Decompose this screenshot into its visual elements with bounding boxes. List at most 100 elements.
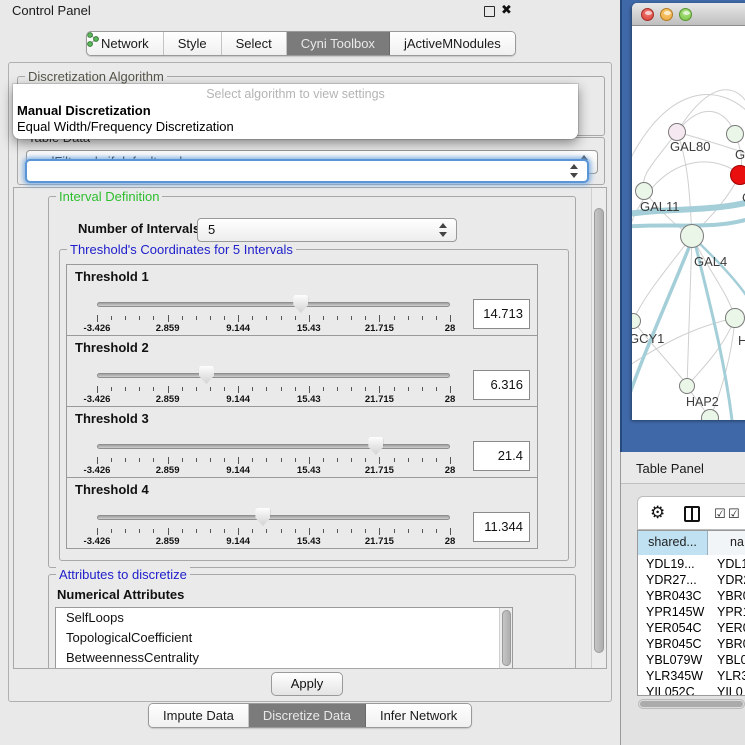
network-node[interactable]: [680, 224, 704, 248]
network-canvas[interactable]: GAL80GACGAL11GAL4GCY1HHAP2: [632, 27, 745, 420]
scrollbar-thumb[interactable]: [640, 701, 743, 707]
vertical-scrollbar[interactable]: [591, 188, 606, 668]
slider-tick: [323, 316, 324, 320]
node-label: GAL11: [640, 199, 680, 214]
threshold-value-field[interactable]: 6.316: [473, 370, 530, 400]
slider-track[interactable]: [97, 444, 450, 449]
table-row[interactable]: YDR27...YDR2: [638, 573, 745, 589]
network-node[interactable]: [635, 182, 653, 200]
scale-tick-label: -3.426: [84, 465, 111, 476]
horizontal-scrollbar[interactable]: [638, 699, 745, 709]
slider-tick: [210, 387, 211, 391]
scrollbar-thumb[interactable]: [502, 610, 511, 666]
slider-tick: [450, 315, 451, 322]
zoom-traffic-light-icon[interactable]: [679, 8, 692, 21]
menu-item-manual-discretization[interactable]: Manual Discretization: [17, 103, 151, 118]
threshold-value-field[interactable]: 21.4: [473, 441, 530, 471]
node-label: GAL80: [670, 139, 710, 154]
slider-tick: [309, 386, 310, 393]
tab-discretize-data[interactable]: Discretize Data: [249, 704, 366, 727]
table-row[interactable]: YPR145WYPR1: [638, 605, 745, 621]
table-row[interactable]: YIL052CYIL0: [638, 685, 745, 696]
network-node[interactable]: [679, 378, 695, 394]
scale-tick-label: 2.859: [156, 323, 180, 334]
tab-infer-network[interactable]: Infer Network: [366, 704, 471, 727]
scale-tick-label: 28: [445, 323, 456, 334]
table-row[interactable]: YER054CYER0: [638, 621, 745, 637]
threshold-row: Threshold 3-3.4262.8599.14415.4321.71528…: [66, 406, 538, 478]
slider-tick: [252, 316, 253, 320]
threshold-slider[interactable]: -3.4262.8599.14415.4321.71528: [97, 435, 450, 477]
threshold-slider[interactable]: -3.4262.8599.14415.4321.71528: [97, 293, 450, 335]
threshold-value-field[interactable]: 11.344: [473, 512, 530, 542]
network-node[interactable]: [726, 125, 744, 143]
slider-tick: [408, 316, 409, 320]
threshold-value-field[interactable]: 14.713: [473, 299, 530, 329]
slider-track[interactable]: [97, 515, 450, 520]
list-scrollbar[interactable]: [499, 608, 512, 669]
tab-cyni-toolbox[interactable]: Cyni Toolbox: [287, 32, 390, 55]
network-window-titlebar[interactable]: [632, 3, 745, 26]
numerical-attribute-item[interactable]: SelfLoops: [56, 608, 512, 628]
tab-select[interactable]: Select: [222, 32, 287, 55]
slider-tick: [196, 316, 197, 320]
slider-thumb[interactable]: [255, 508, 270, 526]
tab-infer-network-label: Infer Network: [380, 708, 457, 723]
table-row[interactable]: YBL079WYBL0: [638, 653, 745, 669]
table-row[interactable]: YBR045CYBR0: [638, 637, 745, 653]
minimize-traffic-light-icon[interactable]: [660, 8, 673, 21]
column-header-shared-name[interactable]: shared...: [638, 531, 708, 555]
tab-style[interactable]: Style: [164, 32, 222, 55]
slider-tick: [125, 387, 126, 391]
tab-jactivemnodules[interactable]: jActiveMNodules: [390, 32, 515, 55]
scale-tick-label: 2.859: [156, 465, 180, 476]
slider-tick: [351, 458, 352, 462]
slider-thumb[interactable]: [293, 295, 308, 313]
close-traffic-light-icon[interactable]: [641, 8, 654, 21]
slider-tick: [323, 529, 324, 533]
cell-name: YDR2: [717, 573, 745, 587]
threshold-slider[interactable]: -3.4262.8599.14415.4321.71528: [97, 506, 450, 548]
checkbox-icon[interactable]: ☑: [714, 506, 726, 522]
slider-tick: [450, 457, 451, 464]
network-node[interactable]: [730, 165, 745, 185]
float-window-icon[interactable]: [484, 6, 495, 17]
numerical-attributes-list[interactable]: SelfLoopsTopologicalCoefficientBetweenne…: [55, 607, 513, 669]
table-row[interactable]: YDL19...YDL1: [638, 557, 745, 573]
scale-tick-label: 21.715: [365, 536, 394, 547]
network-node[interactable]: [701, 409, 719, 420]
tab-network[interactable]: Network: [87, 32, 164, 55]
checkbox-icon[interactable]: ☑: [728, 506, 740, 522]
column-header-name[interactable]: na: [708, 531, 745, 555]
slider-tick: [309, 528, 310, 535]
table-row[interactable]: YLR345WYLR3: [638, 669, 745, 685]
discretization-algorithm-title: Discretization Algorithm: [25, 69, 167, 84]
slider-track[interactable]: [97, 302, 450, 307]
algorithm-combobox[interactable]: [25, 159, 589, 183]
slider-tick: [266, 316, 267, 320]
slider-thumb[interactable]: [368, 437, 383, 455]
numerical-attribute-item[interactable]: BetweennessCentrality: [56, 648, 512, 668]
close-icon[interactable]: ✖: [501, 2, 512, 18]
slider-thumb[interactable]: [199, 366, 214, 384]
slider-tick: [153, 458, 154, 462]
menu-item-equal-width-frequency[interactable]: Equal Width/Frequency Discretization: [17, 119, 234, 134]
apply-button[interactable]: Apply: [271, 672, 343, 696]
node-label: GA: [735, 147, 745, 162]
gear-icon[interactable]: ⚙: [650, 503, 665, 523]
slider-track[interactable]: [97, 373, 450, 378]
slider-tick: [210, 316, 211, 320]
scrollbar-thumb[interactable]: [594, 208, 604, 653]
slider-tick: [182, 458, 183, 462]
slider-tick: [309, 457, 310, 464]
tab-impute-data[interactable]: Impute Data: [149, 704, 249, 727]
columns-icon[interactable]: [684, 506, 700, 522]
threshold-slider[interactable]: -3.4262.8599.14415.4321.71528: [97, 364, 450, 406]
number-of-intervals-spinner[interactable]: 5: [197, 218, 457, 242]
scale-tick-label: 15.43: [297, 465, 321, 476]
network-node[interactable]: [725, 308, 745, 328]
table-row[interactable]: YBR043CYBR0: [638, 589, 745, 605]
scale-tick-label: 28: [445, 394, 456, 405]
numerical-attribute-item[interactable]: TopologicalCoefficient: [56, 628, 512, 648]
slider-tick: [196, 387, 197, 391]
